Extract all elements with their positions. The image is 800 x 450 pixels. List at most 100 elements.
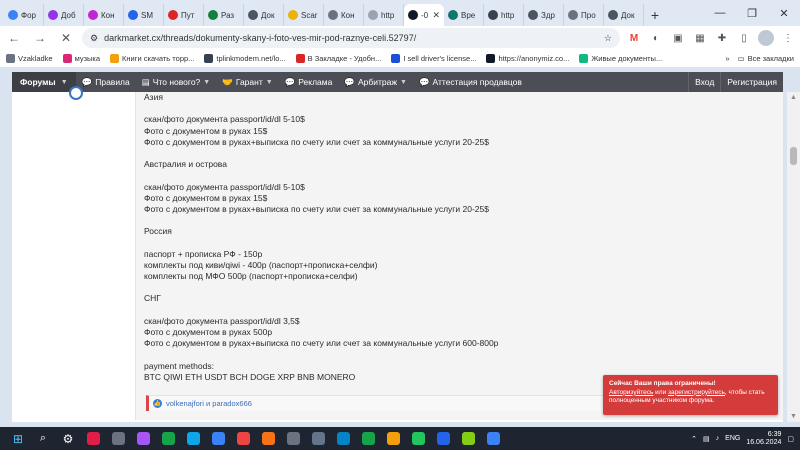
nav-item[interactable]: 💬 Правила [76,72,136,92]
new-tab-button[interactable]: + [644,4,666,26]
back-icon[interactable]: ← [4,28,24,48]
nav-item[interactable]: ▤ Что нового? ▼ [136,72,216,92]
menu-icon[interactable]: ⋮ [780,30,796,46]
bookmark-favicon-icon [295,54,305,63]
login-link[interactable]: Вход [688,72,720,92]
scrollbar-thumb[interactable] [790,147,797,165]
bookmark-item[interactable]: I sell driver's license... [391,54,476,63]
bookmark-item[interactable]: музыка [62,54,100,63]
stop-icon[interactable]: ✕ [56,28,76,48]
tab-favicon-icon [368,10,378,20]
taskbar-app-icon[interactable] [333,429,353,449]
browser-tab[interactable]: Здр [524,4,564,26]
user-avatar-icon[interactable] [69,86,83,100]
bookmarks-bar: Vzakladke музыка Книги скачать торр... tpli… [0,50,800,68]
taskbar-app-icon[interactable] [308,429,328,449]
close-tab-icon[interactable]: ✕ [432,10,440,21]
settings-icon[interactable]: ⚙ [58,429,78,449]
nav-item[interactable]: 💬 Аттестация продавцов [413,72,528,92]
browser-tab[interactable]: SM [124,4,164,26]
bookmark-item[interactable]: В Закладке - Удобн... [295,54,381,63]
app-glyph-icon [486,432,500,445]
taskbar-app-icon[interactable] [133,429,153,449]
address-bar[interactable]: ⚙ darkmarket.cx/threads/dokumenty-skany-… [82,28,620,48]
browser-tab[interactable]: http [484,4,524,26]
nav-forums[interactable]: Форумы ▼ [12,72,76,92]
tab-label: Фор [21,10,36,20]
browser-tab[interactable]: Док [244,4,284,26]
taskbar-app-icon[interactable] [258,429,278,449]
close-window-icon[interactable]: ✕ [768,0,800,26]
login-link[interactable]: Авторизуйтесь [609,389,653,396]
tab-favicon-icon [208,10,218,20]
taskbar-app-icon[interactable] [83,429,103,449]
minimize-icon[interactable]: — [704,0,736,26]
browser-tab[interactable]: -0 ✕ [404,4,444,26]
clock[interactable]: 6:39 16.06.2024 [746,431,781,447]
bookmark-item[interactable]: Книги скачать торр... [110,54,194,63]
extension-icon[interactable]: ▦ [692,30,708,46]
extension-icon[interactable]: ▣ [670,30,686,46]
post-line [144,170,498,181]
browser-tab[interactable]: Scar [284,4,324,26]
browser-tab[interactable]: Вре [444,4,484,26]
volume-icon[interactable]: ♪ [716,435,720,442]
nav-item[interactable]: 💬 Арбитраж ▼ [338,72,413,92]
taskbar-app-icon[interactable] [283,429,303,449]
browser-tab[interactable]: Фор [4,4,44,26]
avatar[interactable] [758,30,774,46]
taskbar-app-icon[interactable] [183,429,203,449]
bookmark-item[interactable]: Vzakladke [6,54,53,63]
tray-chevron-icon[interactable]: ⌃ [691,435,697,443]
site-info-icon[interactable]: ⚙ [90,33,98,44]
taskbar-app-icon[interactable] [233,429,253,449]
taskbar-app-icon[interactable] [158,429,178,449]
network-icon[interactable]: ▤ [703,435,710,443]
register-link[interactable]: Регистрация [720,72,783,92]
tab-favicon-icon [528,10,538,20]
all-bookmarks[interactable]: ▭ Все закладки [738,54,794,63]
bookmark-item[interactable]: tplinkmodem.net/lo... [204,54,286,63]
scrollbar[interactable]: ▲ ▼ [787,92,800,422]
notifications-icon[interactable]: ▢ [787,435,794,443]
extension-icon[interactable]: ◐ [648,30,664,46]
browser-tab[interactable]: Раз [204,4,244,26]
browser-tab[interactable]: Доб [44,4,84,26]
scroll-up-icon[interactable]: ▲ [790,94,797,101]
search-icon[interactable]: ⌕ [33,429,53,449]
tab-favicon-icon [88,10,98,20]
taskbar-app-icon[interactable] [208,429,228,449]
browser-tab[interactable]: Про [564,4,604,26]
sidebar-icon[interactable]: ▯ [736,30,752,46]
browser-toolbar: ← → ✕ ⚙ darkmarket.cx/threads/dokumenty-… [0,26,800,50]
bookmark-item[interactable]: Живые документы... [579,54,662,63]
browser-tab[interactable]: Кон [84,4,124,26]
taskbar-app-icon[interactable] [383,429,403,449]
more-bookmarks-icon[interactable]: » [725,54,729,63]
taskbar-app-icon[interactable] [458,429,478,449]
taskbar-app-icon[interactable] [483,429,503,449]
browser-tab[interactable]: Кон [324,4,364,26]
taskbar-app-icon[interactable] [408,429,428,449]
language-indicator[interactable]: ENG [725,435,740,442]
browser-tab[interactable]: Док [604,4,644,26]
gmail-icon[interactable]: M [626,30,642,46]
bookmark-star-icon[interactable]: ☆ [604,33,612,44]
scroll-down-icon[interactable]: ▼ [790,413,797,420]
nav-item[interactable]: 💬 Реклама [279,72,339,92]
browser-tab[interactable]: http [364,4,404,26]
taskbar-app-icon[interactable] [108,429,128,449]
bookmark-item[interactable]: https://anonymiz.co... [486,54,569,63]
tab-label: http [381,10,395,20]
taskbar-app-icon[interactable] [358,429,378,449]
app-glyph-icon [211,432,225,445]
nav-item-icon: 💬 [418,76,430,87]
start-icon[interactable]: ⊞ [8,429,28,449]
register-link[interactable]: зарегистрируйтесь [668,389,725,396]
taskbar-app-icon[interactable] [433,429,453,449]
nav-item[interactable]: 🤝 Гарант ▼ [216,72,278,92]
forward-icon[interactable]: → [30,28,50,48]
restore-icon[interactable]: ❐ [736,0,768,26]
browser-tab[interactable]: Пут [164,4,204,26]
puzzle-icon[interactable]: ✚ [714,30,730,46]
